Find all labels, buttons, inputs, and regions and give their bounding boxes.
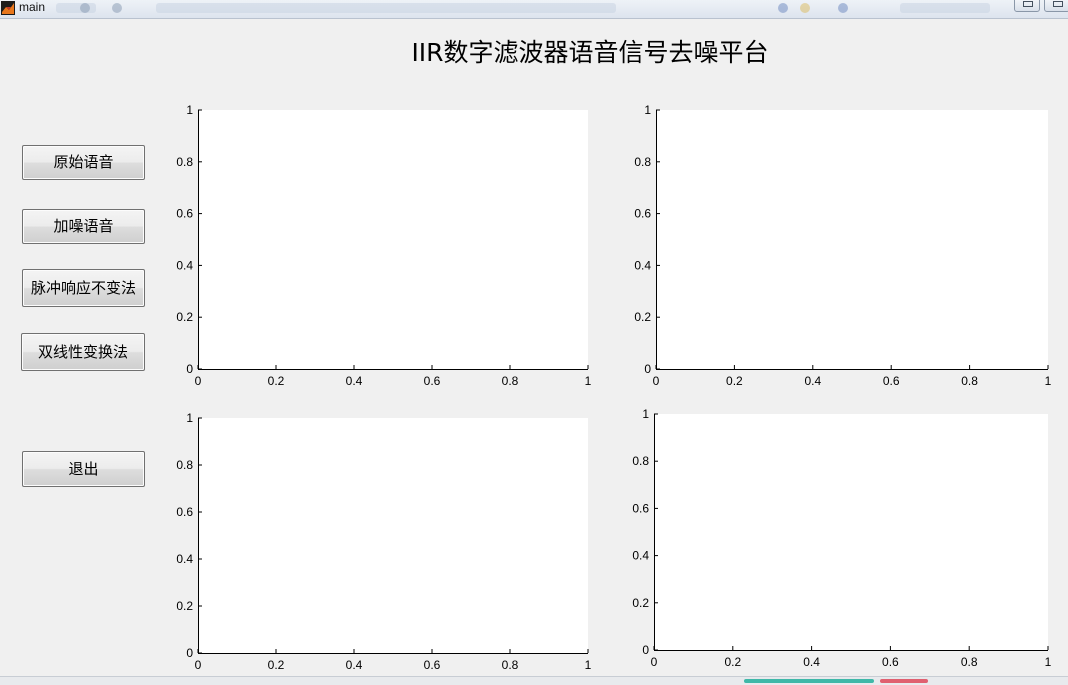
y-tick-label: 1 bbox=[642, 407, 649, 421]
axes-bottom-left: 0 0.2 0.4 0.6 0.8 1 0 0.2 0.4 0.6 0.8 1 bbox=[176, 411, 591, 672]
x-tick-label: 0 bbox=[195, 658, 202, 672]
y-tick-label: 0.8 bbox=[176, 458, 193, 472]
axes-top-right: 0 0.2 0.4 0.6 0.8 1 0 0.2 0.4 0.6 0.8 1 bbox=[634, 103, 1051, 388]
y-tick-label: 0 bbox=[642, 643, 649, 657]
y-tick-label: 0.8 bbox=[632, 454, 649, 468]
x-tick-label: 1 bbox=[585, 658, 592, 672]
y-tick-label: 0.4 bbox=[634, 258, 651, 272]
x-tick-label: 0.6 bbox=[882, 655, 899, 669]
x-tick-label: 0.8 bbox=[961, 655, 978, 669]
plot-area bbox=[654, 414, 1048, 650]
x-tick-label: 0.4 bbox=[346, 658, 363, 672]
taskbar-indicator bbox=[744, 679, 874, 683]
x-tick-label: 0 bbox=[653, 374, 660, 388]
y-tick-label: 0.6 bbox=[176, 207, 193, 221]
y-tick-label: 0.8 bbox=[176, 155, 193, 169]
y-tick-label: 0 bbox=[186, 362, 193, 376]
x-tick-label: 0.2 bbox=[268, 658, 285, 672]
x-tick-label: 0.2 bbox=[724, 655, 741, 669]
y-tick-label: 0.2 bbox=[632, 596, 649, 610]
y-tick-label: 0.4 bbox=[632, 549, 649, 563]
x-tick-label: 0.6 bbox=[883, 374, 900, 388]
x-tick-label: 0.2 bbox=[726, 374, 743, 388]
y-tick-label: 0.2 bbox=[634, 310, 651, 324]
x-tick-label: 0.4 bbox=[803, 655, 820, 669]
x-tick-label: 0.8 bbox=[502, 374, 519, 388]
plot-area bbox=[198, 418, 588, 653]
y-tick-label: 0.4 bbox=[176, 552, 193, 566]
y-tick-label: 0.6 bbox=[634, 207, 651, 221]
plot-area bbox=[656, 110, 1048, 369]
x-tick-label: 0.6 bbox=[424, 658, 441, 672]
axes-layer: 0 0.2 0.4 0.6 0.8 1 0 0.2 0.4 0.6 0.8 1 0 0.2 0.4 0.6 0.… bbox=[176, 103, 1051, 672]
x-tick-label: 0.4 bbox=[346, 374, 363, 388]
axes-bottom-right: 0 0.2 0.4 0.6 0.8 1 0 0.2 0.4 0.6 0.8 1 bbox=[632, 407, 1051, 669]
y-tick-label: 0.6 bbox=[176, 505, 193, 519]
y-tick-label: 0.8 bbox=[634, 155, 651, 169]
x-tick-label: 0.8 bbox=[502, 658, 519, 672]
y-tick-label: 1 bbox=[186, 103, 193, 117]
taskbar-indicator bbox=[880, 679, 928, 683]
x-tick-label: 1 bbox=[1045, 655, 1052, 669]
x-tick-label: 1 bbox=[1045, 374, 1052, 388]
x-tick-label: 1 bbox=[585, 374, 592, 388]
axes-top-left: 0 0.2 0.4 0.6 0.8 1 0 0.2 0.4 0.6 0.8 1 bbox=[176, 103, 591, 388]
x-tick-label: 0.8 bbox=[961, 374, 978, 388]
y-tick-label: 1 bbox=[186, 411, 193, 425]
x-tick-label: 0.6 bbox=[424, 374, 441, 388]
x-tick-label: 0.4 bbox=[804, 374, 821, 388]
x-tick-label: 0.2 bbox=[268, 374, 285, 388]
y-tick-label: 0 bbox=[644, 362, 651, 376]
y-tick-label: 1 bbox=[644, 103, 651, 117]
x-tick-label: 0 bbox=[651, 655, 658, 669]
y-tick-label: 0.6 bbox=[632, 501, 649, 515]
y-tick-label: 0 bbox=[186, 646, 193, 660]
x-tick-label: 0 bbox=[195, 374, 202, 388]
y-tick-label: 0.2 bbox=[176, 310, 193, 324]
plot-area bbox=[198, 110, 588, 369]
y-tick-label: 0.4 bbox=[176, 258, 193, 272]
y-tick-label: 0.2 bbox=[176, 599, 193, 613]
